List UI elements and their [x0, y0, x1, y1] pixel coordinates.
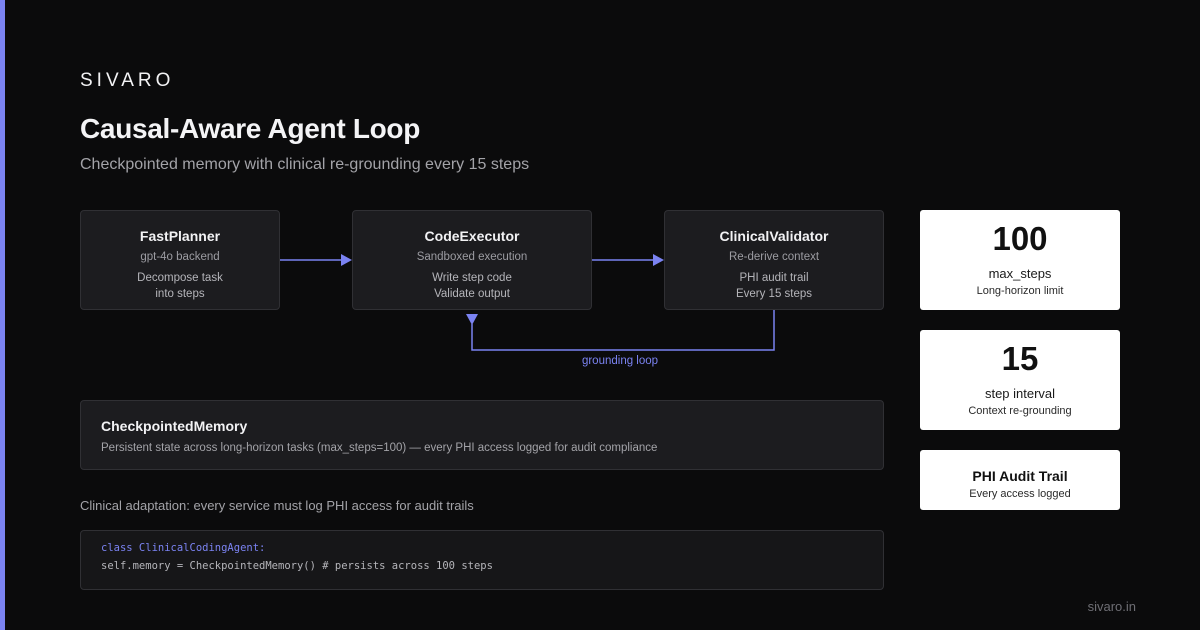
node-description-line: Every 15 steps — [735, 288, 813, 300]
stat-card-max-steps: 100 max_steps Long-horizon limit — [920, 210, 1120, 310]
stat-caption: Context re-grounding — [968, 405, 1072, 417]
stat-card-phi-audit: PHI Audit Trail Every access logged — [920, 450, 1120, 510]
node-description-line: Validate output — [434, 288, 510, 300]
stat-caption: Every access logged — [969, 488, 1071, 500]
node-subtitle: Sandboxed execution — [416, 251, 528, 263]
arrow-executor-to-validator — [592, 254, 664, 266]
memory-title: CheckpointedMemory — [101, 418, 248, 434]
node-description: PHI audit trail Every 15 steps — [665, 270, 883, 302]
stat-caption: Long-horizon limit — [976, 285, 1064, 297]
node-description-line: Write step code — [432, 272, 512, 284]
accent-bar — [0, 0, 5, 630]
code-snippet: class ClinicalCodingAgent: self.memory =… — [80, 530, 884, 590]
stat-value: 15 — [1001, 340, 1039, 377]
node-codeexecutor: CodeExecutor Sandboxed execution Write s… — [352, 210, 592, 310]
node-clinicalvalidator: ClinicalValidator Re-derive context PHI … — [664, 210, 884, 310]
stat-title: PHI Audit Trail — [972, 468, 1068, 484]
node-description-line: into steps — [155, 288, 205, 300]
grounding-loop-label: grounding loop — [581, 355, 659, 367]
grounding-loop-arrow — [466, 310, 775, 351]
node-name: CodeExecutor — [424, 228, 520, 244]
memory-panel: CheckpointedMemory Persistent state acro… — [80, 400, 884, 470]
page-title: Causal-Aware Agent Loop — [80, 113, 421, 144]
stat-label: max_steps — [988, 266, 1052, 281]
node-subtitle: Re-derive context — [728, 251, 820, 263]
node-name: ClinicalValidator — [719, 228, 829, 244]
brand-logo: SIVARO — [80, 70, 175, 91]
node-fastplanner: FastPlanner gpt-4o backend Decompose tas… — [80, 210, 280, 310]
code-line: class ClinicalCodingAgent: — [101, 542, 266, 554]
stat-value: 100 — [992, 220, 1048, 257]
node-description: Decompose task into steps — [81, 270, 279, 302]
node-subtitle: gpt-4o backend — [140, 251, 220, 263]
node-description-line: Decompose task — [137, 272, 223, 284]
node-description: Write step code Validate output — [353, 270, 591, 302]
footer-url: sivaro.in — [1087, 599, 1136, 614]
clinical-note: Clinical adaptation: every service must … — [80, 498, 474, 513]
node-name: FastPlanner — [139, 228, 221, 244]
stat-card-step-interval: 15 step interval Context re-grounding — [920, 330, 1120, 430]
arrow-planner-to-executor — [280, 254, 352, 266]
memory-description: Persistent state across long-horizon tas… — [101, 442, 658, 454]
code-line: self.memory = CheckpointedMemory() # per… — [101, 560, 493, 572]
stat-label: step interval — [984, 386, 1056, 401]
page-subtitle: Checkpointed memory with clinical re-gro… — [80, 156, 530, 173]
node-description-line: PHI audit trail — [739, 272, 809, 284]
